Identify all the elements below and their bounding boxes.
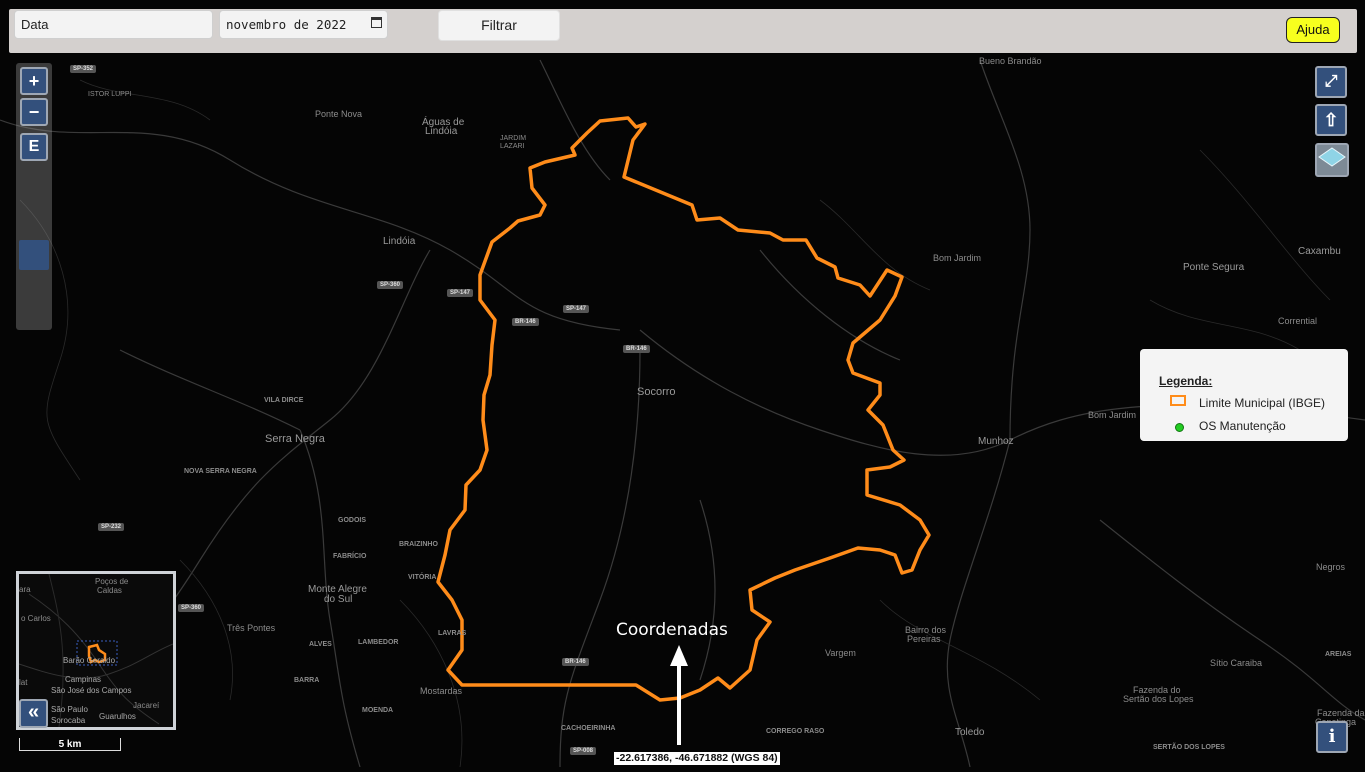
- place-label: Mostardas: [420, 686, 463, 696]
- minimap-place: Jacareí: [133, 701, 160, 710]
- minimap-place: o Carlos: [21, 614, 51, 623]
- layers-button[interactable]: [1315, 143, 1349, 177]
- place-label: Bom Jardim: [1088, 410, 1137, 420]
- place-label: VITÓRIA: [408, 574, 437, 581]
- minimap-place: lat: [19, 678, 28, 687]
- home-button[interactable]: ⇧: [1315, 104, 1347, 136]
- road-badge: BR-146: [623, 345, 650, 353]
- minimap-place: Barão Geraldo: [63, 656, 116, 665]
- minimap-place: Caldas: [97, 586, 122, 595]
- place-label: FABRÍCIO: [333, 553, 367, 560]
- filter-button[interactable]: Filtrar: [438, 10, 560, 41]
- up-arrow-icon: ⇧: [1323, 110, 1339, 130]
- info-button[interactable]: i: [1316, 721, 1348, 753]
- place-label: Ponte Nova: [315, 109, 363, 119]
- scale-bar: 5 km: [19, 738, 121, 751]
- place-label: Lindóia: [383, 236, 416, 247]
- road-badge: SP-352: [70, 65, 97, 73]
- place-label: Lindóia: [425, 126, 458, 137]
- minimap-place: São Paulo: [51, 705, 88, 714]
- place-label: Vargem: [825, 648, 856, 658]
- fullscreen-button[interactable]: ⤢: [1315, 66, 1347, 98]
- zoom-in-button[interactable]: +: [20, 67, 48, 95]
- road-badge: BR-146: [562, 658, 589, 666]
- road-badge: SP-008: [570, 747, 597, 755]
- minimap-place: Sorocaba: [51, 716, 86, 725]
- place-label: Pereiras: [907, 634, 941, 644]
- expand-icon: ⤢: [1324, 73, 1338, 90]
- place-label: GODOIS: [338, 517, 367, 524]
- place-label: Bueno Brandão: [979, 56, 1042, 66]
- coordinates-readout: -22.617386, -46.671882 (WGS 84): [614, 752, 780, 765]
- place-label: NOVA SERRA NEGRA: [184, 468, 257, 475]
- place-label: MOENDA: [362, 707, 394, 714]
- road-badge: BR-146: [512, 318, 539, 326]
- place-label: Bom Jardim: [933, 253, 982, 263]
- place-label: BRAIZINHO: [399, 541, 438, 548]
- place-label: Corrential: [1278, 316, 1318, 326]
- minimap-place: São José dos Campos: [51, 686, 132, 695]
- place-label: Munhoz: [978, 436, 1014, 447]
- place-label: Ponte Segura: [1183, 262, 1245, 273]
- place-label: do Sul: [324, 594, 353, 605]
- minimap-place: ara: [19, 585, 31, 594]
- zoom-out-button[interactable]: −: [20, 98, 48, 126]
- place-label: Serra Negra: [265, 433, 325, 445]
- minimap-place: Poços de: [95, 577, 129, 586]
- maintenance-swatch: [1175, 423, 1184, 432]
- legend-panel: Legenda: Limite Municipal (IBGE) OS Manu…: [1140, 349, 1348, 441]
- overview-toggle-button[interactable]: «: [19, 699, 48, 728]
- place-label: LAZARI: [500, 143, 525, 150]
- extent-button[interactable]: E: [20, 133, 48, 161]
- minimap-place: Guarulhos: [99, 712, 136, 721]
- road-badge: SP-147: [563, 305, 590, 313]
- boundary-swatch: [1170, 395, 1186, 406]
- place-label: Negros: [1316, 562, 1346, 572]
- place-label: ISTOR LUPPI: [88, 91, 132, 98]
- road-badge: SP-147: [447, 289, 474, 297]
- month-input[interactable]: novembro de 2022: [219, 10, 388, 39]
- date-label-field[interactable]: Data: [14, 10, 213, 39]
- place-label: LAMBEDOR: [358, 639, 399, 646]
- place-label: BARRA: [294, 677, 320, 684]
- zoom-slider-handle[interactable]: [19, 240, 49, 270]
- place-label: LAVRAS: [438, 630, 467, 637]
- coordinates-annotation: Coordenadas: [616, 620, 728, 640]
- help-button[interactable]: Ajuda: [1286, 17, 1340, 43]
- legend-title: Legenda:: [1159, 374, 1213, 388]
- municipal-boundary: [436, 116, 931, 702]
- place-label: CACHOEIRINHA: [561, 725, 616, 732]
- road-badge: SP-232: [98, 523, 125, 531]
- place-label: CORREGO RASO: [766, 728, 825, 735]
- place-label: Sertão dos Lopes: [1123, 694, 1194, 704]
- place-label: Socorro: [637, 386, 676, 398]
- road-badge: SP-360: [178, 604, 205, 612]
- place-label: SERTÃO DOS LOPES: [1153, 744, 1225, 751]
- month-value: novembro de 2022: [226, 17, 347, 32]
- place-label: Caxambu: [1298, 246, 1341, 257]
- layers-icon: [1318, 147, 1346, 167]
- annotation-arrow-head: [670, 645, 688, 666]
- calendar-icon[interactable]: [371, 17, 382, 28]
- legend-item-maintenance: OS Manutenção: [1199, 419, 1286, 433]
- place-label: ALVES: [309, 641, 332, 648]
- place-label: Sítio Caraiba: [1210, 658, 1263, 668]
- place-label: VILA DIRCE: [264, 397, 304, 404]
- place-label: JARDIM: [500, 135, 527, 142]
- place-label: AREIAS: [1325, 651, 1352, 658]
- minimap-place: Campinas: [65, 675, 102, 684]
- legend-item-boundary: Limite Municipal (IBGE): [1199, 396, 1326, 410]
- place-label: Três Pontes: [227, 623, 276, 633]
- road-badge: SP-360: [377, 281, 404, 289]
- place-label: Toledo: [955, 727, 985, 738]
